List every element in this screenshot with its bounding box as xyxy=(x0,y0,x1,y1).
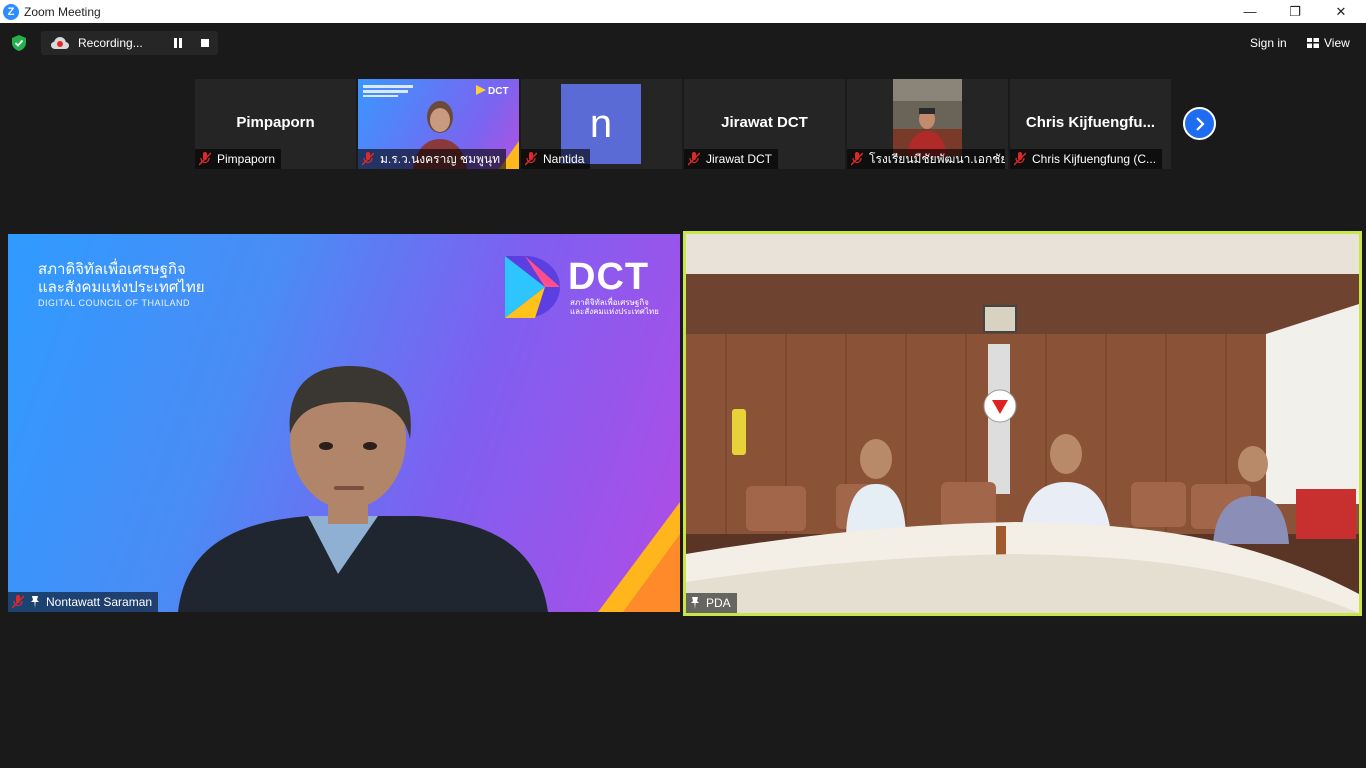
mic-muted-icon xyxy=(525,152,537,166)
participant-thumbnail[interactable]: Chris Kijfuengfu... Chris Kijfuengfung (… xyxy=(1010,79,1171,169)
participant-name-label: Chris Kijfuengfung (C... xyxy=(1010,149,1163,169)
participant-video-image xyxy=(178,366,680,612)
participant-name-label: โรงเรียนมีชัยพัฒนา.เอกชัย xyxy=(847,149,1005,169)
meeting-top-bar: Recording... Sign in View xyxy=(0,23,1366,63)
participant-video-image xyxy=(893,79,962,157)
participant-name: Chris Kijfuengfung (C... xyxy=(1032,152,1157,166)
participant-name: Jirawat DCT xyxy=(706,152,773,166)
participant-name-label: Nantida xyxy=(521,149,591,169)
view-button[interactable]: View xyxy=(1303,34,1354,52)
view-label: View xyxy=(1324,36,1350,50)
mic-muted-icon xyxy=(851,152,863,166)
participant-thumbnail[interactable]: Jirawat DCT Jirawat DCT xyxy=(684,79,845,169)
minimize-button[interactable]: — xyxy=(1227,0,1273,23)
window-titlebar: Z Zoom Meeting — ❐ ✕ xyxy=(0,0,1366,23)
pause-recording-icon[interactable] xyxy=(173,38,183,48)
participant-display-name: Jirawat DCT xyxy=(721,114,808,131)
close-button[interactable]: ✕ xyxy=(1318,0,1364,23)
grid-view-icon xyxy=(1307,38,1319,48)
participant-thumbnail[interactable]: โรงเรียนมีชัยพัฒนา.เอกชัย xyxy=(847,79,1008,169)
shield-icon[interactable] xyxy=(12,35,26,51)
participant-display-name: Pimpaporn xyxy=(236,114,315,131)
mic-muted-icon xyxy=(688,152,700,166)
stop-recording-icon[interactable] xyxy=(201,39,209,47)
svg-text:DCT: DCT xyxy=(488,86,509,97)
recording-label: Recording... xyxy=(78,36,143,50)
recording-indicator: Recording... xyxy=(41,31,218,55)
zoom-logo-icon: Z xyxy=(3,3,19,20)
participant-name: Pimpaporn xyxy=(217,152,276,166)
participant-thumbnail[interactable]: DCT ม.ร.ว.นงคราญ ชมพูนุท xyxy=(358,79,519,169)
participant-name: Nantida xyxy=(543,152,585,166)
participant-video-image xyxy=(686,234,1359,613)
participant-thumbnail[interactable]: Pimpaporn Pimpaporn xyxy=(195,79,356,169)
participant-name-label: Pimpaporn xyxy=(195,149,282,169)
sign-in-button[interactable]: Sign in xyxy=(1245,34,1292,52)
cloud-record-icon xyxy=(51,37,69,49)
video-tile-pda[interactable]: PDA xyxy=(683,231,1362,616)
participant-name-label: Nontawatt Saraman xyxy=(8,592,159,612)
pin-icon xyxy=(31,596,39,608)
participant-name-label: PDA xyxy=(686,593,737,613)
participant-name-label: Jirawat DCT xyxy=(684,149,779,169)
video-tile-nontawatt[interactable]: สภาดิจิทัลเพื่อเศรษฐกิจ และสังคมแห่งประเ… xyxy=(8,234,680,612)
participant-name: Nontawatt Saraman xyxy=(46,595,153,609)
participant-thumbnail[interactable]: n Nantida xyxy=(521,79,682,169)
participant-name: ม.ร.ว.นงคราญ ชมพูนุท xyxy=(380,151,501,166)
chevron-right-icon xyxy=(1195,116,1205,131)
mic-muted-icon xyxy=(199,152,211,166)
mic-muted-icon xyxy=(1014,152,1026,166)
participant-name: โรงเรียนมีชัยพัฒนา.เอกชัย xyxy=(869,151,1005,166)
restore-button[interactable]: ❐ xyxy=(1272,0,1318,23)
participant-display-name: Chris Kijfuengfu... xyxy=(1025,114,1156,131)
next-page-button[interactable] xyxy=(1183,107,1216,140)
window-title: Zoom Meeting xyxy=(24,4,101,19)
participant-name-label: ม.ร.ว.นงคราญ ชมพูนุท xyxy=(358,149,507,169)
mic-muted-icon xyxy=(12,595,24,609)
pin-icon xyxy=(691,597,699,609)
mic-muted-icon xyxy=(362,152,374,166)
participant-name: PDA xyxy=(706,596,731,610)
